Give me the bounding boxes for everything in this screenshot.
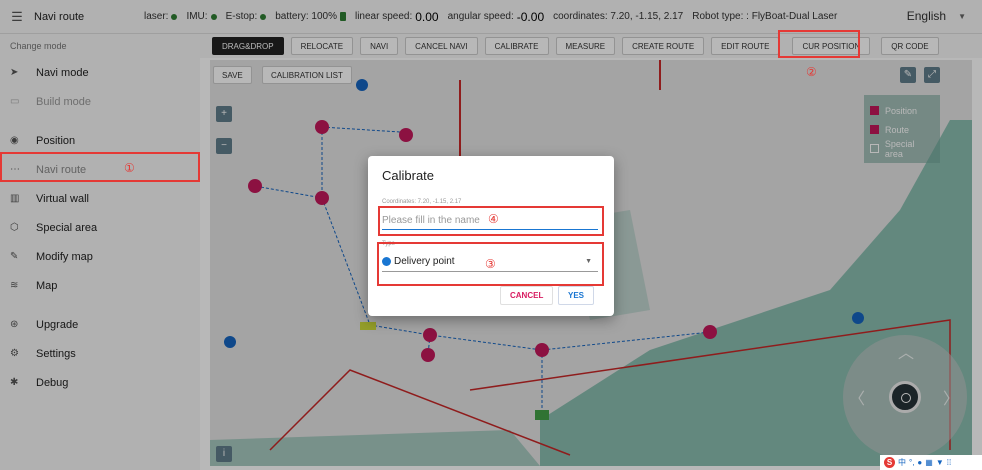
annotation-box-navi-route: [0, 152, 200, 182]
annotation-marker-2: ②: [806, 65, 817, 79]
annotation-box-cur-position: [778, 30, 860, 58]
annotation-marker-4: ④: [488, 212, 499, 226]
grid-icon[interactable]: ⁞⁞: [947, 458, 951, 467]
punctuation-icon[interactable]: °,: [909, 458, 914, 467]
cancel-button[interactable]: CANCEL: [500, 286, 554, 305]
input-method-tray: S 中 °, ● ▦ ▼ ⁞⁞: [880, 455, 982, 470]
calibrate-dialog: Calibrate Coordinates: 7.20, -1.15, 2.17…: [368, 156, 614, 316]
annotation-marker-1: ①: [124, 161, 135, 175]
mic-icon[interactable]: ●: [917, 458, 922, 467]
shirt-icon[interactable]: ▼: [936, 458, 944, 467]
chinese-input-icon[interactable]: 中: [898, 457, 906, 468]
keyboard-icon[interactable]: ▦: [925, 458, 933, 467]
dialog-title: Calibrate: [382, 168, 435, 183]
dialog-coordinates: Coordinates: 7.20, -1.15, 2.17: [382, 199, 462, 205]
yes-button[interactable]: YES: [558, 286, 595, 305]
annotation-marker-3: ③: [485, 257, 496, 271]
sogou-s-icon[interactable]: S: [884, 457, 895, 468]
